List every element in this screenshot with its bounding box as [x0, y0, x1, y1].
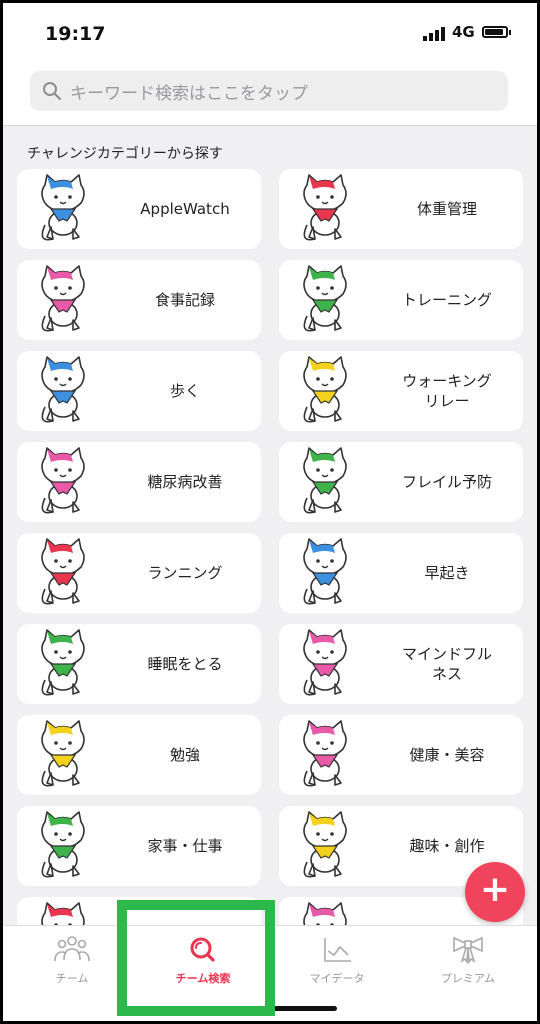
category-label: 歩く	[169, 382, 200, 400]
category-label: ランニング	[147, 564, 223, 582]
category-label: 勉強	[169, 746, 200, 764]
signal-icon	[423, 27, 445, 41]
category-card[interactable]: 勉強	[17, 715, 261, 795]
cat-illustration-icon	[285, 264, 369, 336]
cat-illustration-icon	[285, 446, 369, 518]
category-label: 体重管理	[416, 200, 477, 218]
add-challenge-button[interactable]: +	[465, 862, 525, 922]
ribbon-icon	[453, 936, 483, 965]
search-bar[interactable]: キーワード検索はここをタップ	[30, 71, 508, 111]
cat-illustration-icon	[23, 446, 107, 518]
cat-illustration-icon	[285, 628, 369, 700]
cat-illustration-icon	[285, 810, 369, 882]
category-card[interactable]: 睡眠をとる	[17, 624, 261, 704]
category-card[interactable]: AppleWatch	[17, 169, 261, 249]
category-label: マインドフル ネス	[401, 645, 492, 683]
category-label: トレーニング	[401, 291, 492, 309]
cat-illustration-icon	[23, 810, 107, 882]
section-title: チャレンジカテゴリーから探す	[27, 146, 223, 162]
tab-team[interactable]: チーム	[22, 934, 122, 994]
category-card[interactable]: ウォーキング リレー	[279, 351, 523, 431]
plus-icon: +	[479, 869, 511, 910]
highlight-frame	[117, 900, 275, 1016]
cat-illustration-icon	[285, 719, 369, 791]
tab-team-label: チーム	[55, 972, 89, 985]
category-label: 家事・仕事	[147, 837, 223, 855]
cat-illustration-icon	[285, 173, 369, 245]
cat-illustration-icon	[23, 264, 107, 336]
category-card[interactable]: マインドフル ネス	[279, 624, 523, 704]
category-label: 食事記録	[154, 291, 215, 309]
category-label: フレイル予防	[401, 473, 492, 491]
cat-illustration-icon	[285, 537, 369, 609]
category-label: 糖尿病改善	[147, 473, 223, 491]
chart-icon	[324, 938, 351, 962]
cat-illustration-icon	[23, 173, 107, 245]
tab-my-data[interactable]: マイデータ	[287, 934, 387, 994]
tab-premium[interactable]: プレミアム	[418, 934, 518, 994]
cat-illustration-icon	[23, 628, 107, 700]
cat-illustration-icon	[23, 537, 107, 609]
cat-illustration-icon	[23, 719, 107, 791]
category-card[interactable]: 家事・仕事	[17, 806, 261, 886]
cat-illustration-icon	[285, 355, 369, 427]
status-time: 19:17	[45, 23, 106, 45]
category-card[interactable]: 早起き	[279, 533, 523, 613]
category-card[interactable]: フレイル予防	[279, 442, 523, 522]
status-bar: 19:17 4G	[3, 3, 537, 63]
category-card[interactable]: 食事記録	[17, 260, 261, 340]
category-card[interactable]: ランニング	[17, 533, 261, 613]
battery-icon	[482, 26, 508, 38]
category-card[interactable]: 歩く	[17, 351, 261, 431]
category-label: AppleWatch	[140, 200, 230, 218]
cat-illustration-icon	[23, 355, 107, 427]
tab-my-data-label: マイデータ	[309, 972, 365, 985]
battery-tip	[509, 30, 511, 35]
category-list[interactable]: チャレンジカテゴリーから探す AppleWatch 体重管理 食事記録 トレーニ…	[3, 125, 537, 936]
search-icon	[43, 82, 62, 101]
phone-screen: 19:17 4G キーワード検索はここをタップ チャレンジカテゴリーから探す A…	[3, 3, 537, 1021]
team-icon	[54, 936, 90, 962]
category-label: 健康・美容	[409, 746, 485, 764]
category-label: 睡眠をとる	[147, 655, 223, 673]
tab-premium-label: プレミアム	[440, 972, 496, 985]
category-card[interactable]: 健康・美容	[279, 715, 523, 795]
search-placeholder: キーワード検索はここをタップ	[70, 83, 308, 104]
category-card[interactable]: 体重管理	[279, 169, 523, 249]
network-type: 4G	[452, 23, 475, 41]
category-label: ウォーキング リレー	[402, 372, 492, 410]
category-label: 早起き	[424, 564, 470, 582]
category-card[interactable]: トレーニング	[279, 260, 523, 340]
category-card[interactable]: 糖尿病改善	[17, 442, 261, 522]
